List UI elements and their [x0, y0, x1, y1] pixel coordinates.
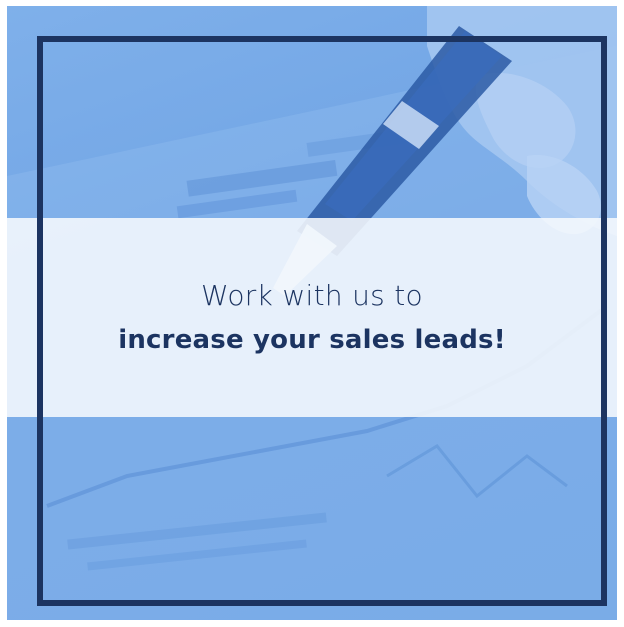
promo-graphic: Work with us to increase your sales lead…: [7, 6, 617, 620]
square-frame-border: [37, 36, 607, 606]
